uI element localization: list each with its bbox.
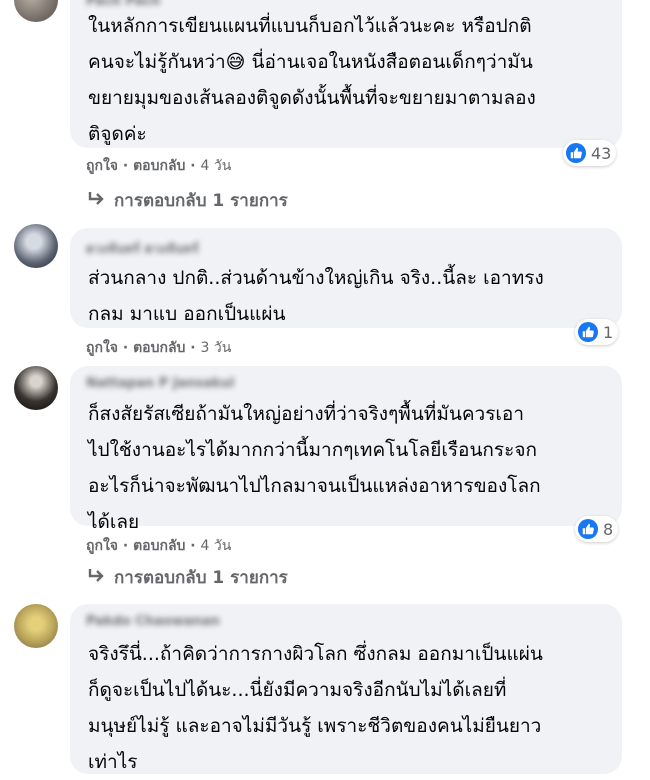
comment-author[interactable]: Nattapan P Jansakul: [86, 376, 235, 391]
reaction-count[interactable]: 43: [563, 140, 617, 166]
avatar[interactable]: [14, 366, 58, 410]
comment-text: ส่วนกลาง ปกติ..ส่วนด้านข้างใหญ่เกิน จริง…: [88, 260, 544, 332]
separator: ·: [122, 158, 134, 174]
comment-line: มนุษย์ไม่รู้ และอาจไม่มีวันรู้ เพราะชีวิ…: [88, 715, 542, 737]
like-count: 1: [603, 322, 614, 342]
comment-line: กลม มาแบ ออกเป็นแผ่น: [88, 303, 286, 325]
avatar[interactable]: [14, 0, 58, 22]
comment-actions: ถูกใจ · ตอบกลับ · 4 วัน: [86, 535, 231, 557]
like-button[interactable]: ถูกใจ: [86, 158, 118, 174]
reaction-count[interactable]: 8: [575, 516, 619, 542]
comment-time[interactable]: 4 วัน: [201, 538, 232, 554]
comment-line: เท่าไร: [88, 751, 138, 773]
replies-label: การตอบกลับ 1 รายการ: [114, 568, 288, 588]
comment-line: ขยายมุมของเส้นลองติจูดดังนั้นพื้นที่จะขย…: [88, 87, 536, 109]
view-replies-link[interactable]: การตอบกลับ 1 รายการ: [86, 564, 288, 591]
comment-text: จริงรึนี่...ถ้าคิดว่าการกางผิวโลก ซึ่งกล…: [88, 636, 543, 780]
comment-time[interactable]: 3 วัน: [201, 340, 232, 356]
comment-author[interactable]: Pakdo Chaowanan: [86, 614, 220, 629]
separator: ·: [190, 158, 201, 174]
comment-line: ก็สงสัยรัสเซียถ้ามันใหญ่อย่างที่ว่าจริงๆ…: [88, 403, 524, 425]
like-count: 8: [603, 519, 614, 539]
reply-button[interactable]: ตอบกลับ: [133, 340, 185, 356]
comment-bubble: Pakdo Chaowanan จริงรึนี่...ถ้าคิดว่าการ…: [70, 604, 622, 774]
comment-actions: ถูกใจ · ตอบกลับ · 3 วัน: [86, 337, 231, 359]
comment-line: ในหลักการเขียนแผนที่แบนก็บอกไว้แล้วนะคะ …: [88, 15, 532, 37]
comment-line: ก็ดูจะเป็นไปได้นะ...นี่ยังมีความจริงอีกน…: [88, 679, 507, 701]
reply-button[interactable]: ตอบกลับ: [133, 158, 185, 174]
thumbs-up-icon: [578, 519, 598, 539]
comment-bubble: ดวงจันทร์ ดวงจันทร์ ส่วนกลาง ปกติ..ส่วนด…: [70, 228, 622, 328]
like-button[interactable]: ถูกใจ: [86, 538, 118, 554]
separator: ·: [190, 340, 201, 356]
thumbs-up-icon: [566, 143, 586, 163]
comment-line: อะไรก็น่าจะพัฒนาไปไกลมาจนเป็นแหล่งอาหารข…: [88, 475, 541, 497]
reply-button[interactable]: ตอบกลับ: [133, 538, 185, 554]
avatar[interactable]: [14, 604, 58, 648]
reply-arrow-icon: [86, 567, 106, 588]
comment-actions: ถูกใจ · ตอบกลับ · 4 วัน: [86, 155, 231, 177]
thumbs-up-icon: [578, 322, 598, 342]
comment-line: จริงรึนี่...ถ้าคิดว่าการกางผิวโลก ซึ่งกล…: [88, 643, 543, 665]
comment-line: ติจูดค่ะ: [88, 123, 147, 145]
comment-bubble: Pach Pach ในหลักการเขียนแผนที่แบนก็บอกไว…: [70, 0, 622, 148]
separator: ·: [190, 538, 201, 554]
reply-arrow-icon: [86, 190, 106, 211]
like-count: 43: [591, 143, 612, 163]
comment-time[interactable]: 4 วัน: [201, 158, 232, 174]
comment-author[interactable]: ดวงจันทร์ ดวงจันทร์: [86, 238, 199, 259]
like-button[interactable]: ถูกใจ: [86, 340, 118, 356]
comment-line: คนจะไม่รู้กันหว่า😅 นี่อ่านเจอในหนังสือตอ…: [88, 51, 533, 73]
separator: ·: [122, 340, 134, 356]
reaction-count[interactable]: 1: [575, 319, 619, 345]
comment-text: ในหลักการเขียนแผนที่แบนก็บอกไว้แล้วนะคะ …: [88, 8, 536, 152]
replies-label: การตอบกลับ 1 รายการ: [114, 191, 288, 211]
view-replies-link[interactable]: การตอบกลับ 1 รายการ: [86, 187, 288, 214]
comment-bubble: Nattapan P Jansakul ก็สงสัยรัสเซียถ้ามัน…: [70, 366, 622, 533]
comment-line: ส่วนกลาง ปกติ..ส่วนด้านข้างใหญ่เกิน จริง…: [88, 267, 544, 289]
comment-line: ไปใช้งานอะไรได้มากกว่านี้มากๆเทคโนโลยีเร…: [88, 439, 537, 461]
avatar[interactable]: [14, 224, 58, 268]
comment-text: ก็สงสัยรัสเซียถ้ามันใหญ่อย่างที่ว่าจริงๆ…: [88, 396, 541, 540]
separator: ·: [122, 538, 134, 554]
